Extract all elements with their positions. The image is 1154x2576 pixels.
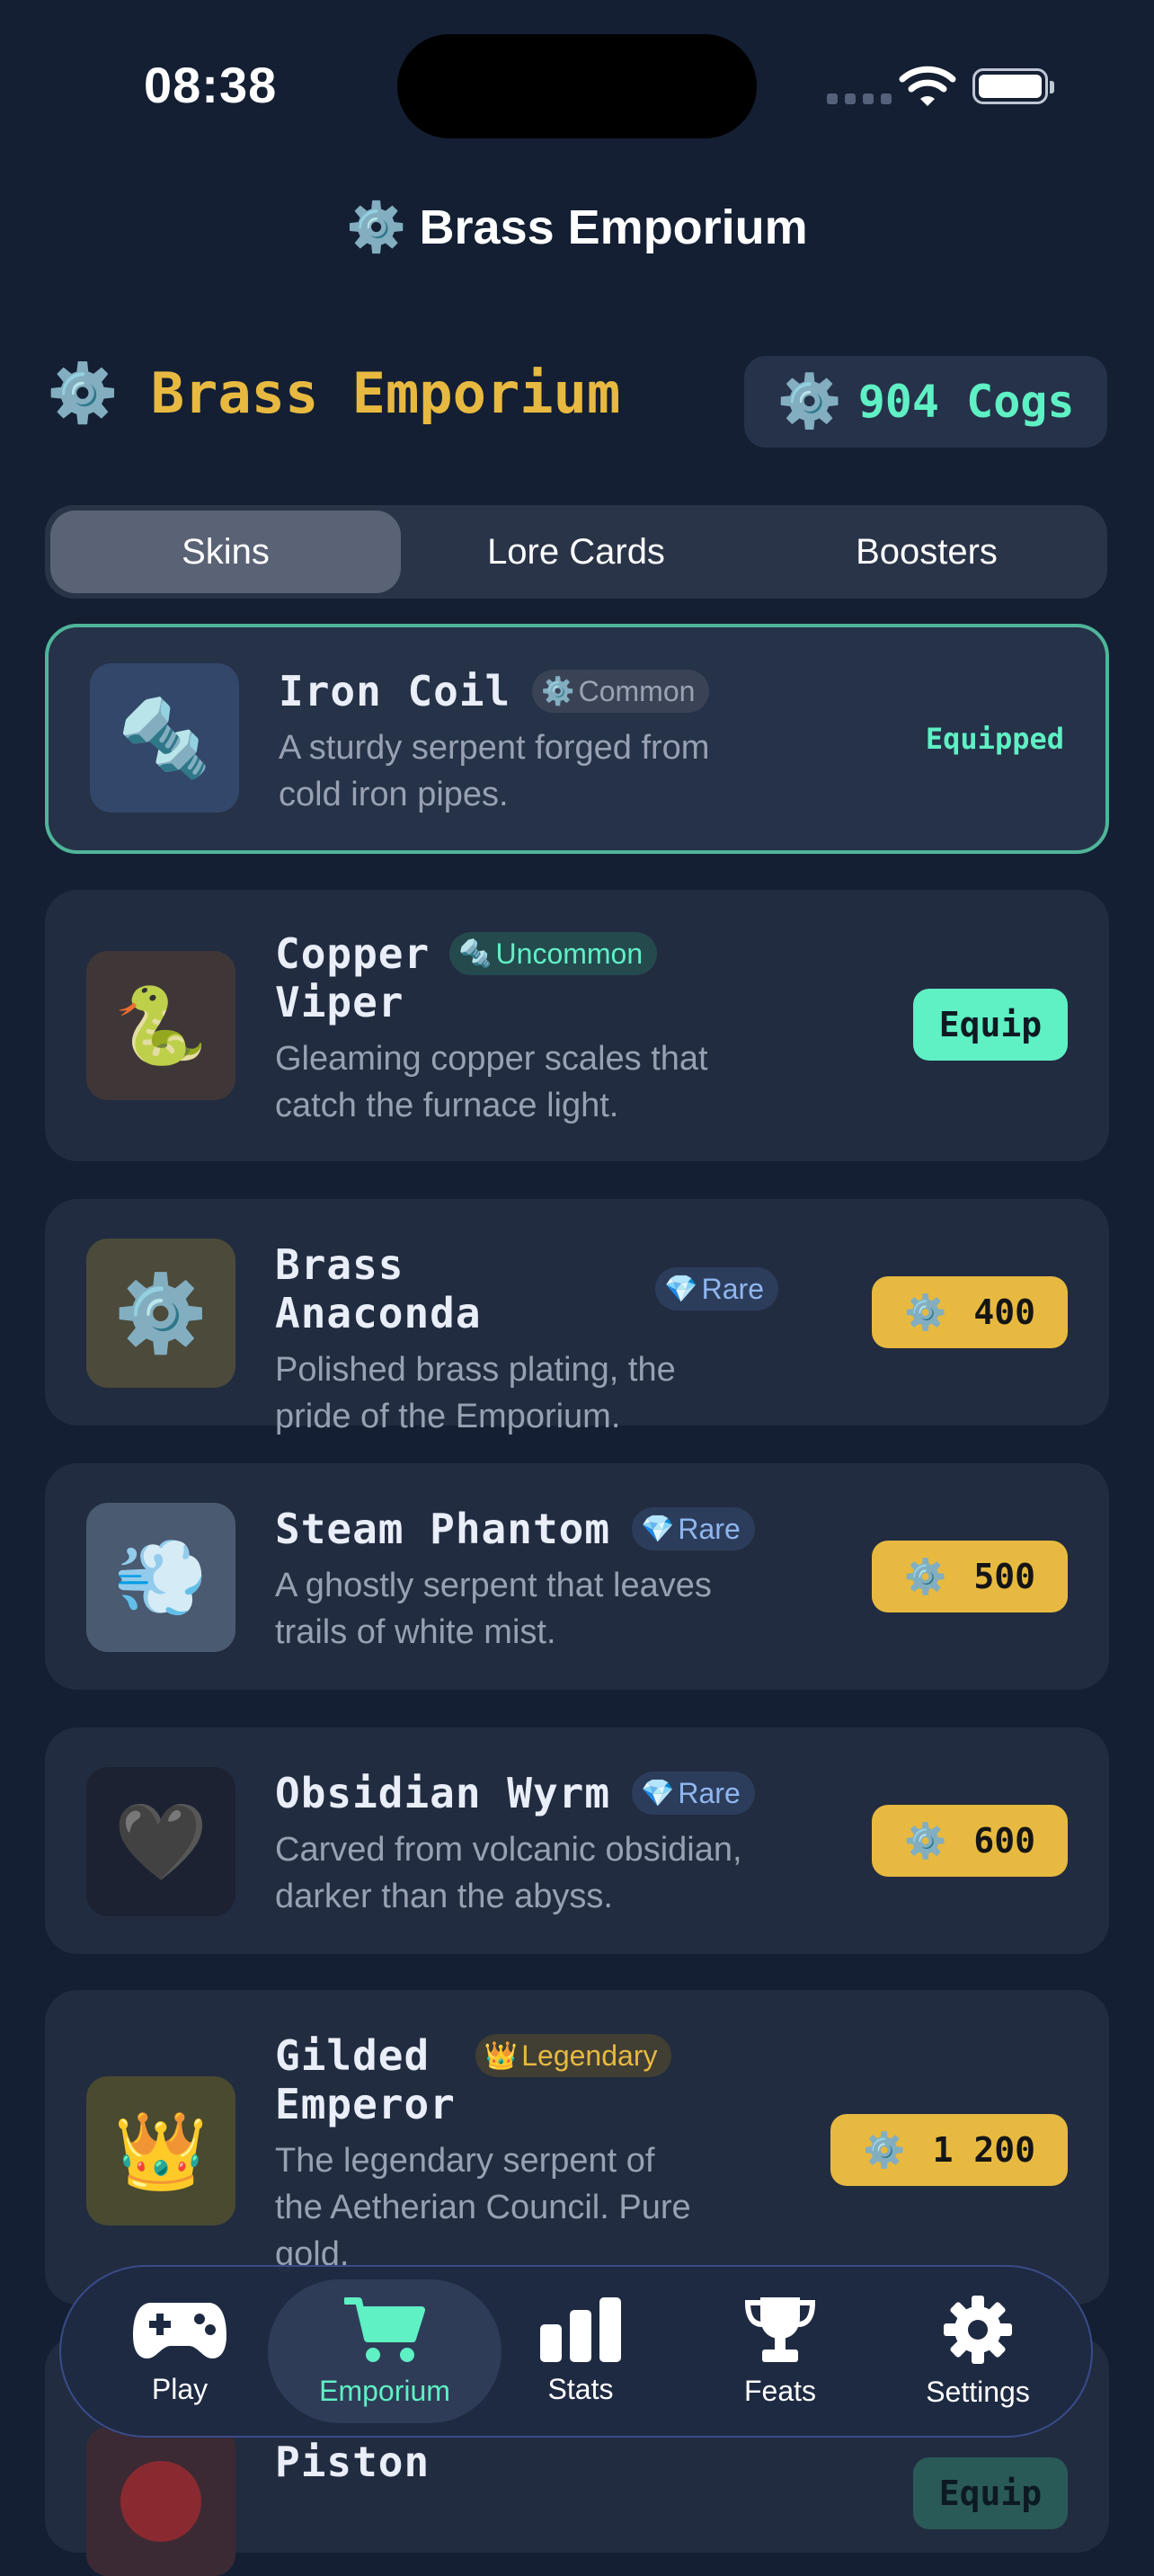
item-description: Gleaming copper scales that catch the fur… [275, 1040, 708, 1124]
tabbar-settings[interactable]: Settings [906, 2267, 1050, 2436]
rarity-label: Uncommon [495, 937, 644, 970]
status-time: 08:38 [144, 57, 278, 113]
gear-icon: ⚙️ [904, 1556, 947, 1596]
tab-label: Stats [547, 2372, 614, 2405]
item-description: Carved from volcanic obsidian, darker tha… [275, 1831, 742, 1915]
item-name: Piston [275, 2438, 431, 2486]
item-description: A ghostly serpent that leaves trails of w… [275, 1567, 712, 1651]
item-name: Obsidian Wyrm [275, 1769, 611, 1817]
skin-card-steam-phantom[interactable]: 💨 Steam Phantom 💎 Rare A ghostly serpent … [45, 1463, 1109, 1690]
bar-chart-icon [540, 2296, 621, 2362]
tab-boosters[interactable]: Boosters [751, 511, 1102, 593]
dynamic-island [397, 34, 757, 138]
price: 1 200 [932, 2130, 1035, 2170]
tabbar-emporium[interactable]: Emporium [268, 2279, 502, 2423]
crown-icon: 👑 [484, 2040, 519, 2071]
trophy-icon [744, 2296, 816, 2362]
rarity-label: Common [578, 674, 696, 707]
gem-icon: 💎 [641, 1778, 675, 1808]
gear-icon: ⚙️ [541, 676, 575, 706]
item-name: Copper Viper [275, 929, 431, 1026]
tab-label: Feats [743, 2374, 817, 2407]
nav-title-text: Brass Emporium [419, 200, 808, 254]
rarity-badge: ⚙️ Common [532, 670, 710, 713]
bottom-tab-bar: Play Emporium Stats Feats Settings [59, 2265, 1093, 2438]
buy-button[interactable]: ⚙️ 600 [872, 1805, 1068, 1877]
gear-icon: ⚙️ [86, 1239, 235, 1388]
rarity-badge: 💎 Rare [632, 1772, 755, 1815]
bolt-icon: 🔩 [90, 663, 239, 813]
equip-button[interactable]: Equip [913, 2457, 1068, 2529]
gear-icon: ⚙️ [863, 2129, 906, 2170]
rarity-label: Rare [678, 1776, 741, 1809]
tabbar-feats[interactable]: Feats [717, 2267, 843, 2436]
rarity-label: Rare [678, 1512, 741, 1545]
skin-card-gilded-emperor[interactable]: 👑 Gilded Emperor 👑 Legendary The legendary… [45, 1990, 1109, 2305]
cogs-balance: ⚙️ 904 Cogs [744, 356, 1107, 448]
nav-title: ⚙️ Brass Emporium [0, 200, 1154, 256]
item-description: The legendary serpent of the Aetherian Co… [275, 2142, 691, 2273]
gear-icon: ⚙️ [904, 1292, 947, 1332]
gear-icon: ⚙️ [47, 360, 119, 425]
buy-button[interactable]: ⚙️ 400 [872, 1276, 1068, 1348]
brand-name: Brass Emporium [150, 360, 621, 426]
price: 500 [973, 1557, 1035, 1596]
rarity-label: Rare [701, 1272, 764, 1305]
crown-icon: 👑 [86, 2076, 235, 2225]
rarity-badge: 👑 Legendary [475, 2034, 672, 2077]
skin-card-iron-coil[interactable]: 🔩 Iron Coil ⚙️ Common A sturdy serpent fo… [45, 624, 1109, 854]
skin-card-brass-anaconda[interactable]: ⚙️ Brass Anaconda 💎 Rare Polished brass p… [45, 1199, 1109, 1435]
item-name: Gilded Emperor [275, 2031, 456, 2128]
item-description: Polished brass plating, the pride of the … [275, 1351, 676, 1435]
cogs-amount: 904 Cogs [857, 376, 1075, 428]
tab-label: Play [151, 2372, 209, 2405]
snake-icon: 🐍 [86, 951, 235, 1100]
rarity-badge: 💎 Rare [632, 1507, 755, 1550]
gear-icon: ⚙️ [904, 1820, 947, 1861]
black-heart-icon: 🖤 [86, 1767, 235, 1916]
category-tabs: Skins Lore Cards Boosters [45, 505, 1107, 599]
tab-label: Settings [926, 2375, 1030, 2408]
buy-button[interactable]: ⚙️ 1 200 [830, 2114, 1068, 2186]
wifi-icon [899, 66, 956, 106]
rarity-badge: 🔩 Uncommon [449, 932, 658, 975]
skin-card-obsidian-wyrm[interactable]: 🖤 Obsidian Wyrm 💎 Rare Carved from volcan… [45, 1728, 1109, 1954]
tab-label: Emporium [319, 2374, 450, 2407]
gem-icon: 💎 [641, 1514, 675, 1544]
signal-icon [827, 93, 892, 104]
price: 400 [973, 1292, 1035, 1332]
equip-button[interactable]: Equip [913, 989, 1068, 1061]
gear-icon: ⚙️ [346, 200, 407, 254]
equipped-label: Equipped [925, 722, 1064, 756]
tabbar-play[interactable]: Play [106, 2267, 253, 2436]
tabbar-stats[interactable]: Stats [518, 2267, 644, 2436]
skin-card-copper-viper[interactable]: 🐍 Copper Viper 🔩 Uncommon Gleaming copper … [45, 890, 1109, 1161]
item-name: Steam Phantom [275, 1505, 611, 1553]
cart-icon [344, 2296, 425, 2362]
item-name: Iron Coil [279, 667, 511, 715]
buy-button[interactable]: ⚙️ 500 [872, 1541, 1068, 1612]
tab-skins[interactable]: Skins [50, 511, 401, 593]
rarity-label: Legendary [521, 2039, 658, 2072]
gear-icon: ⚙️ [777, 372, 842, 431]
item-name: Brass Anaconda [275, 1240, 482, 1337]
red-orb-icon [86, 2427, 235, 2576]
brand-header: ⚙️ Brass Emporium [47, 360, 620, 427]
item-description: A sturdy serpent forged from cold iron pi… [279, 729, 710, 813]
gem-icon: 💎 [664, 1274, 698, 1304]
steam-icon: 💨 [86, 1503, 235, 1652]
price: 600 [973, 1821, 1035, 1861]
settings-gear-icon [944, 2295, 1012, 2364]
battery-icon [972, 68, 1054, 104]
tab-lore-cards[interactable]: Lore Cards [401, 511, 751, 593]
rarity-badge: 💎 Rare [655, 1267, 778, 1310]
gamepad-icon [133, 2302, 226, 2358]
bolt-icon: 🔩 [458, 938, 493, 969]
